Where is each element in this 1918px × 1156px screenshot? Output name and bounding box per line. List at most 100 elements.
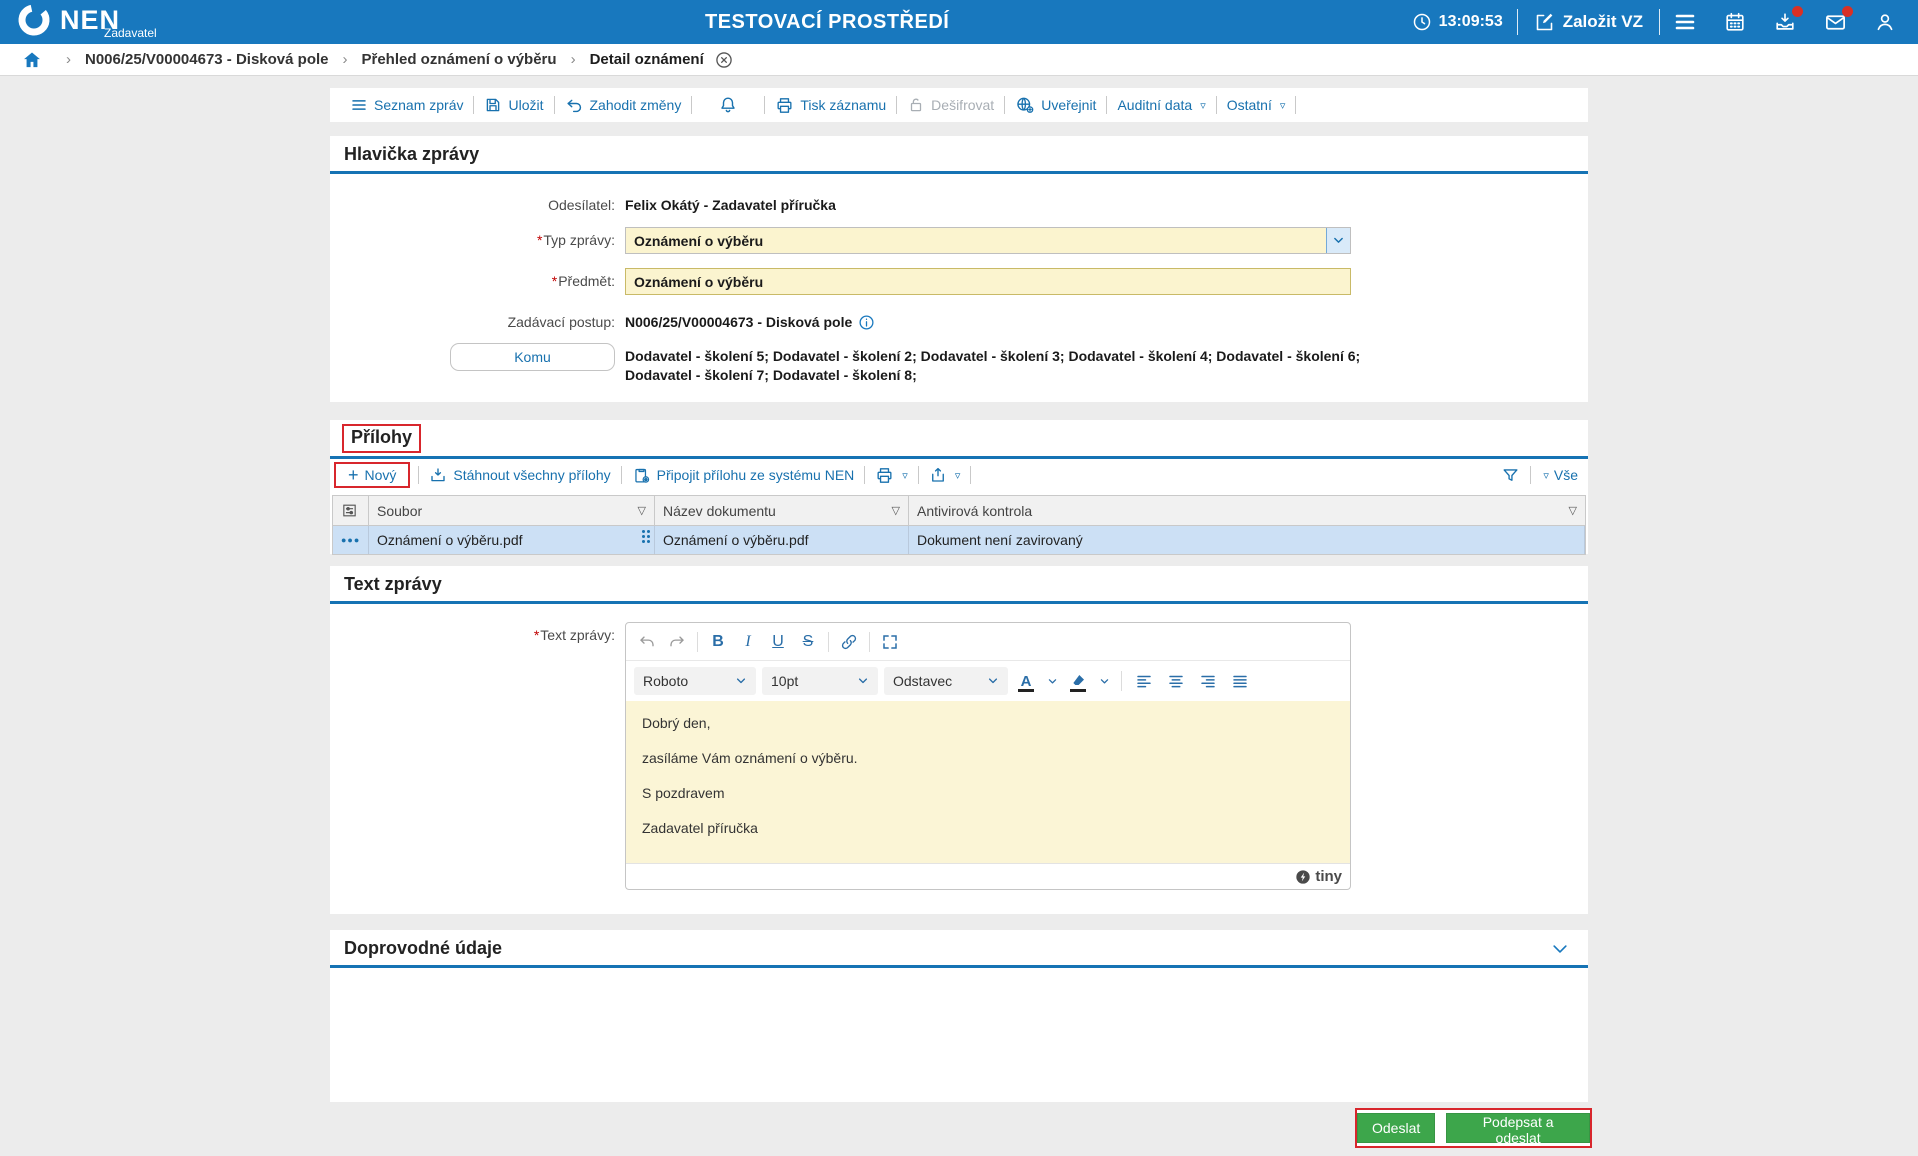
downloads-button[interactable] xyxy=(1760,0,1810,44)
attachments-table-header: Soubor ▽ Název dokumentu ▽ Antivirová ko… xyxy=(333,496,1585,525)
messages-notification-badge xyxy=(1842,6,1853,17)
select-chevron-icon[interactable] xyxy=(1326,228,1350,253)
download-all-attachments-button[interactable]: Stáhnout všechny přílohy xyxy=(419,466,620,484)
print-record-button[interactable]: Tisk záznamu xyxy=(765,96,896,115)
column-header-antivir[interactable]: Antivirová kontrola ▽ xyxy=(909,496,1585,525)
breadcrumb-item-overview[interactable]: Přehled oznámení o výběru xyxy=(362,51,557,68)
user-profile-button[interactable] xyxy=(1860,0,1910,44)
subject-input[interactable] xyxy=(625,268,1351,295)
text-color-button[interactable]: A xyxy=(1014,668,1038,694)
environment-title: TESTOVACÍ PROSTŘEDÍ xyxy=(705,11,950,33)
export-attachments-menu[interactable]: ▿ xyxy=(919,466,971,484)
edit-square-icon xyxy=(1534,12,1555,33)
editor-divider xyxy=(697,631,698,652)
align-center-icon[interactable] xyxy=(1163,668,1189,694)
publish-button[interactable]: Uveřejnit xyxy=(1005,95,1106,115)
send-buttons-highlight: Odeslat Podepsat a odeslat xyxy=(1355,1108,1592,1148)
show-all-filter[interactable]: ▿ Vše xyxy=(1541,467,1578,483)
underline-button[interactable]: U xyxy=(765,629,791,655)
link-icon[interactable] xyxy=(836,629,862,655)
message-text-section: Text zprávy *Text zprávy: B I U S Roboto… xyxy=(330,566,1588,914)
strikethrough-button[interactable]: S xyxy=(795,629,821,655)
font-size-select[interactable]: 10pt xyxy=(762,667,878,695)
time-value: 13:09:53 xyxy=(1438,13,1503,30)
fullscreen-icon[interactable] xyxy=(877,629,903,655)
breadcrumb: › N006/25/V00004673 - Disková pole › Pře… xyxy=(0,44,1918,76)
attachments-table: Soubor ▽ Název dokumentu ▽ Antivirová ko… xyxy=(332,495,1586,555)
column-settings-button[interactable] xyxy=(333,496,369,525)
cell-doc-name[interactable]: Oznámení o výběru.pdf xyxy=(655,526,909,554)
justify-icon[interactable] xyxy=(1227,668,1253,694)
column-filter-icon[interactable]: ▽ xyxy=(638,504,646,517)
sender-label: Odesílatel: xyxy=(548,197,615,213)
section-divider xyxy=(330,601,1588,604)
breadcrumb-item-procedure[interactable]: N006/25/V00004673 - Disková pole xyxy=(85,51,329,68)
section-title: Přílohy xyxy=(351,427,413,447)
dropdown-arrow-icon: ▿ xyxy=(1279,99,1286,112)
highlight-color-menu-icon[interactable] xyxy=(1096,668,1112,694)
topbar-actions: 13:09:53 Založit VZ xyxy=(1398,0,1910,44)
text-color-menu-icon[interactable] xyxy=(1044,668,1060,694)
align-right-icon[interactable] xyxy=(1195,668,1221,694)
attachments-title-highlight: Přílohy xyxy=(342,424,422,453)
info-icon[interactable] xyxy=(858,314,875,331)
message-paragraph: Zadavatel příručka xyxy=(642,820,758,836)
sign-and-send-button[interactable]: Podepsat a odeslat xyxy=(1446,1113,1590,1146)
font-family-select[interactable]: Roboto xyxy=(634,667,756,695)
breadcrumb-separator-icon: › xyxy=(570,51,576,68)
editor-divider xyxy=(1121,671,1122,691)
close-tab-icon[interactable] xyxy=(714,50,734,70)
subject-label: *Předmět: xyxy=(551,273,615,289)
dropdown-arrow-icon: ▿ xyxy=(1200,99,1206,112)
messages-button[interactable] xyxy=(1810,0,1860,44)
bold-button[interactable]: B xyxy=(705,629,731,655)
main-menu-button[interactable] xyxy=(1660,0,1710,44)
italic-button[interactable]: I xyxy=(735,629,761,655)
print-attachments-menu[interactable]: ▿ xyxy=(865,466,918,485)
message-text-body[interactable]: Dobrý den, zasíláme Vám oznámení o výběr… xyxy=(626,701,1350,863)
section-title: Hlavička zprávy xyxy=(344,144,480,164)
drag-handle-icon[interactable] xyxy=(642,530,650,543)
downloads-notification-badge xyxy=(1792,6,1803,17)
column-filter-icon[interactable]: ▽ xyxy=(892,504,900,517)
chevron-down-icon xyxy=(857,675,869,687)
row-actions-button[interactable]: ●●● xyxy=(333,526,369,554)
attachment-row[interactable]: ●●● Oznámení o výběru.pdf Oznámení o výb… xyxy=(333,525,1585,554)
message-list-button[interactable]: Seznam zpráv xyxy=(340,96,473,114)
column-filter-icon[interactable]: ▽ xyxy=(1569,504,1577,517)
other-menu[interactable]: Ostatní ▿ xyxy=(1217,97,1296,113)
notifications-button[interactable] xyxy=(692,95,764,115)
home-button[interactable] xyxy=(22,50,42,70)
calendar-button[interactable] xyxy=(1710,0,1760,44)
discard-changes-button[interactable]: Zahodit změny xyxy=(555,96,692,115)
collapse-chevron-icon[interactable] xyxy=(1550,939,1570,959)
attach-from-nen-button[interactable]: Připojit přílohu ze systému NEN xyxy=(622,466,865,485)
save-button[interactable]: Uložit xyxy=(474,96,553,114)
editor-statusbar: tiny xyxy=(626,863,1350,889)
cell-file[interactable]: Oznámení o výběru.pdf xyxy=(369,526,655,554)
message-type-select[interactable]: Oznámení o výběru xyxy=(625,227,1351,254)
clock-icon xyxy=(1412,12,1432,32)
new-attachment-button[interactable]: + Nový xyxy=(334,462,411,488)
sender-value: Felix Okátý - Zadavatel příručka xyxy=(625,197,836,213)
send-button[interactable]: Odeslat xyxy=(1357,1113,1436,1143)
tiny-brand[interactable]: tiny xyxy=(1315,868,1342,885)
column-header-nazev[interactable]: Název dokumentu ▽ xyxy=(655,496,909,525)
create-vz-button[interactable]: Založit VZ xyxy=(1518,12,1659,33)
highlight-color-button[interactable] xyxy=(1066,668,1090,694)
section-title: Doprovodné údaje xyxy=(344,938,503,958)
align-left-icon[interactable] xyxy=(1131,668,1157,694)
recipients-button[interactable]: Komu xyxy=(450,343,615,371)
editor-divider xyxy=(828,631,829,652)
column-header-soubor[interactable]: Soubor ▽ xyxy=(369,496,655,525)
text-color-swatch xyxy=(1018,689,1034,692)
audit-data-menu[interactable]: Auditní data ▿ xyxy=(1107,97,1215,113)
toolbar-divider xyxy=(1530,466,1532,484)
bell-icon xyxy=(718,95,738,115)
editor-undo-icon[interactable] xyxy=(634,629,660,655)
filter-icon[interactable] xyxy=(1501,466,1520,485)
editor-redo-icon[interactable] xyxy=(664,629,690,655)
row-menu-icon: ●●● xyxy=(341,535,361,545)
block-format-select[interactable]: Odstavec xyxy=(884,667,1008,695)
tiny-logo-icon xyxy=(1295,869,1311,885)
